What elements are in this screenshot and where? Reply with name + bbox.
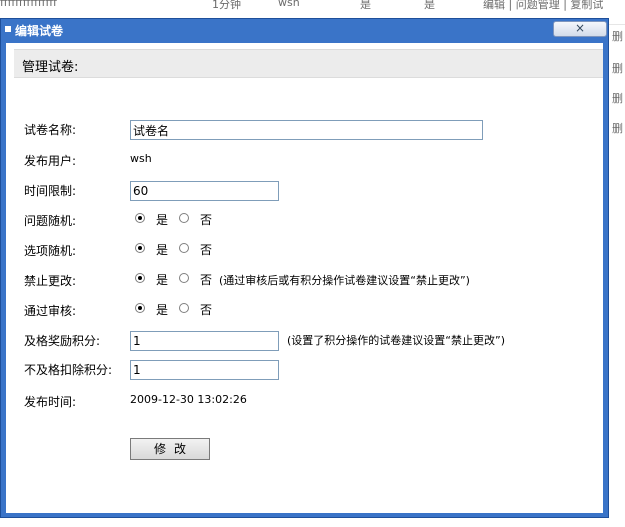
approved-label: 通过审核: — [24, 304, 77, 318]
bg-cell-title: fffffffffffffff — [0, 0, 57, 9]
radio-yes-label: 是 — [156, 243, 169, 257]
row-time-limit: 时间限制: — [6, 178, 603, 202]
bg-cell-actions[interactable]: 编辑 | 问题管理 | 复制试 — [483, 0, 603, 12]
close-button[interactable]: × — [553, 21, 607, 37]
random-options-label: 选项随机: — [24, 244, 77, 258]
row-approved: 通过审核: 是 否 — [6, 298, 603, 322]
section-title: 管理试卷: — [22, 60, 79, 75]
paper-name-label: 试卷名称: — [24, 123, 77, 137]
bg-cell-time: 1分钟 — [212, 0, 241, 11]
publish-time-value: 2009-12-30 13:02:26 — [130, 393, 247, 406]
random-questions-label: 问题随机: — [24, 214, 77, 228]
section-header: 管理试卷: — [14, 49, 603, 78]
bg-right-fragment[interactable]: 删 — [612, 60, 623, 76]
pass-score-label: 及格奖励积分: — [24, 334, 101, 348]
fail-score-input[interactable] — [130, 360, 279, 380]
row-pass-score: 及格奖励积分: (设置了积分操作的试卷建议设置“禁止更改”) — [6, 328, 603, 352]
row-paper-name: 试卷名称: — [6, 117, 603, 141]
lock-changes-hint: (通过审核后或有积分操作试卷建议设置“禁止更改”) — [219, 274, 470, 287]
bg-cell-flag: 是 — [360, 0, 371, 11]
radio-yes-label: 是 — [156, 303, 169, 317]
lock-changes-label: 禁止更改: — [24, 274, 77, 288]
lock-changes-no-radio[interactable] — [179, 273, 189, 283]
bg-cell-user: wsh — [278, 0, 300, 9]
lock-changes-yes-radio[interactable] — [135, 273, 145, 283]
radio-yes-label: 是 — [156, 273, 169, 287]
row-fail-score: 不及格扣除积分: — [6, 357, 603, 381]
dialog-title: 编辑试卷 — [15, 24, 64, 38]
radio-no-label: 否 — [200, 213, 213, 227]
fail-score-label: 不及格扣除积分: — [24, 363, 113, 377]
row-publisher: 发布用户: wsh — [6, 148, 603, 172]
edit-paper-dialog: 编辑试卷 × 管理试卷: 试卷名称: 发布用户: wsh 时间限制: 问题随机:… — [0, 18, 609, 518]
dialog-titlebar[interactable]: 编辑试卷 × — [1, 19, 608, 41]
random-options-no-radio[interactable] — [179, 243, 189, 253]
row-publish-time: 发布时间: 2009-12-30 13:02:26 — [6, 389, 603, 413]
bg-right-fragment[interactable]: 删 — [612, 28, 623, 44]
publisher-label: 发布用户: — [24, 154, 77, 168]
radio-no-label: 否 — [200, 273, 213, 287]
row-random-questions: 问题随机: 是 否 — [6, 208, 603, 232]
random-questions-no-radio[interactable] — [179, 213, 189, 223]
bg-cell-flag: 是 — [424, 0, 435, 11]
time-limit-input[interactable] — [130, 181, 279, 201]
approved-no-radio[interactable] — [179, 303, 189, 313]
random-questions-yes-radio[interactable] — [135, 213, 145, 223]
radio-no-label: 否 — [200, 243, 213, 257]
bg-right-fragment[interactable]: 删 — [612, 90, 623, 106]
bg-right-fragment[interactable]: 删 — [612, 120, 623, 136]
dialog-content: 管理试卷: 试卷名称: 发布用户: wsh 时间限制: 问题随机: 是 否 选项… — [6, 43, 603, 513]
submit-button[interactable]: 修改 — [130, 438, 210, 460]
paper-name-input[interactable] — [130, 120, 483, 140]
radio-no-label: 否 — [200, 303, 213, 317]
time-limit-label: 时间限制: — [24, 184, 77, 198]
row-random-options: 选项随机: 是 否 — [6, 238, 603, 262]
pass-score-input[interactable] — [130, 331, 279, 351]
radio-yes-label: 是 — [156, 213, 169, 227]
publisher-value: wsh — [130, 152, 152, 165]
titlebar-square-icon — [5, 26, 11, 32]
approved-yes-radio[interactable] — [135, 303, 145, 313]
row-lock-changes: 禁止更改: 是 否 (通过审核后或有积分操作试卷建议设置“禁止更改”) — [6, 268, 603, 292]
random-options-yes-radio[interactable] — [135, 243, 145, 253]
pass-score-hint: (设置了积分操作的试卷建议设置“禁止更改”) — [287, 334, 505, 347]
publish-time-label: 发布时间: — [24, 395, 77, 409]
